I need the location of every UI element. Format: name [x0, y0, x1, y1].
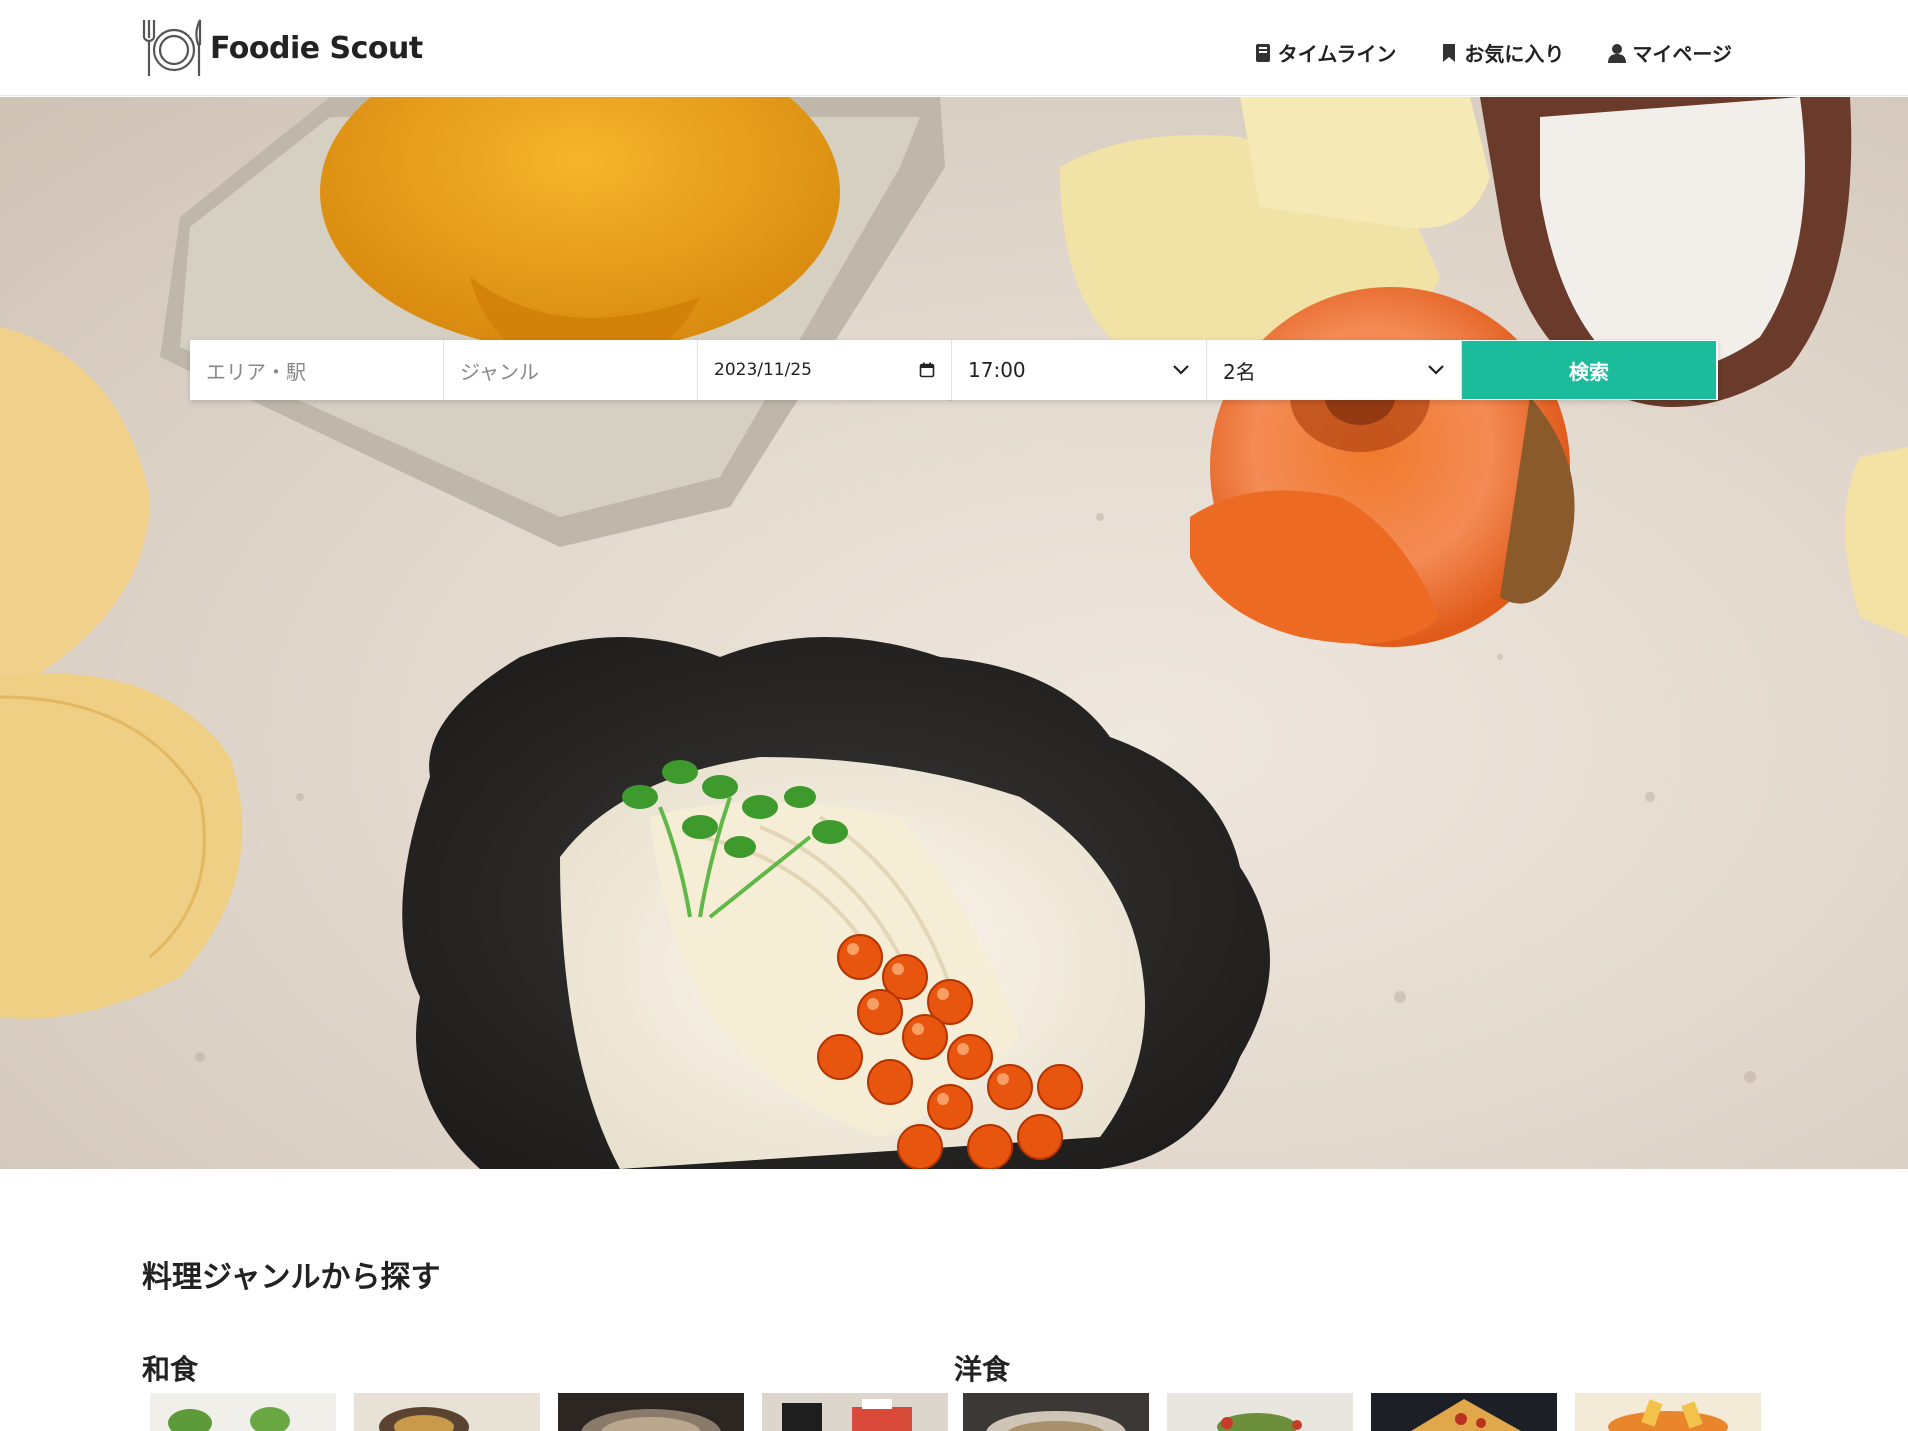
- site-header: Foodie Scout タイムライン お気に入り マイページ: [0, 0, 1908, 96]
- nav-mypage[interactable]: マイページ: [1608, 38, 1732, 67]
- nav-favorites-label: お気に入り: [1464, 42, 1565, 66]
- area-input[interactable]: エリア・駅: [190, 340, 444, 400]
- genre-input[interactable]: ジャンル: [444, 340, 698, 400]
- logo[interactable]: Foodie Scout: [140, 18, 423, 78]
- nav-favorites[interactable]: お気に入り: [1440, 38, 1564, 67]
- search-bar: エリア・駅 ジャンル 2023/11/25 17:00 2名 検索: [190, 340, 1718, 400]
- main-nav: タイムライン お気に入り マイページ: [1254, 38, 1732, 67]
- genre-thumbnail[interactable]: [762, 1393, 948, 1431]
- genre-thumbnail[interactable]: [1167, 1393, 1353, 1431]
- bookmark-icon: [1443, 43, 1456, 62]
- hero-banner: エリア・駅 ジャンル 2023/11/25 17:00 2名 検索: [0, 97, 1908, 1169]
- genre-thumbnail[interactable]: [354, 1393, 540, 1431]
- japanese-thumbnails: [150, 1393, 948, 1431]
- plate-cutlery-icon: [142, 19, 202, 76]
- date-input[interactable]: 2023/11/25: [698, 340, 952, 400]
- genre-thumbnail[interactable]: [1575, 1393, 1761, 1431]
- chevron-down-icon: [1427, 364, 1445, 376]
- brand-name: Foodie Scout: [210, 30, 423, 66]
- genre-section-title: 料理ジャンルから探す: [142, 1260, 441, 1295]
- nav-timeline[interactable]: タイムライン: [1254, 38, 1397, 67]
- western-thumbnails: [963, 1393, 1761, 1431]
- hero-food-image: [0, 97, 1908, 1169]
- genre-thumbnail[interactable]: [558, 1393, 744, 1431]
- people-select[interactable]: 2名: [1207, 340, 1462, 400]
- book-icon: [1255, 43, 1270, 62]
- nav-mypage-label: マイページ: [1632, 42, 1732, 66]
- time-value: 17:00: [968, 358, 1026, 382]
- search-button[interactable]: 検索: [1462, 341, 1716, 399]
- genre-thumbnail[interactable]: [1371, 1393, 1557, 1431]
- chevron-down-icon: [1172, 364, 1190, 376]
- genre-thumbnail[interactable]: [150, 1393, 336, 1431]
- time-select[interactable]: 17:00: [952, 340, 1207, 400]
- user-icon: [1608, 43, 1627, 63]
- genre-thumbnail[interactable]: [963, 1393, 1149, 1431]
- people-value: 2名: [1223, 359, 1256, 384]
- calendar-icon[interactable]: [919, 362, 935, 378]
- nav-timeline-label: タイムライン: [1277, 42, 1397, 66]
- genre-western-heading: 洋食: [954, 1353, 1011, 1386]
- date-value: 2023/11/25: [714, 360, 812, 380]
- genre-japanese-heading: 和食: [142, 1353, 199, 1386]
